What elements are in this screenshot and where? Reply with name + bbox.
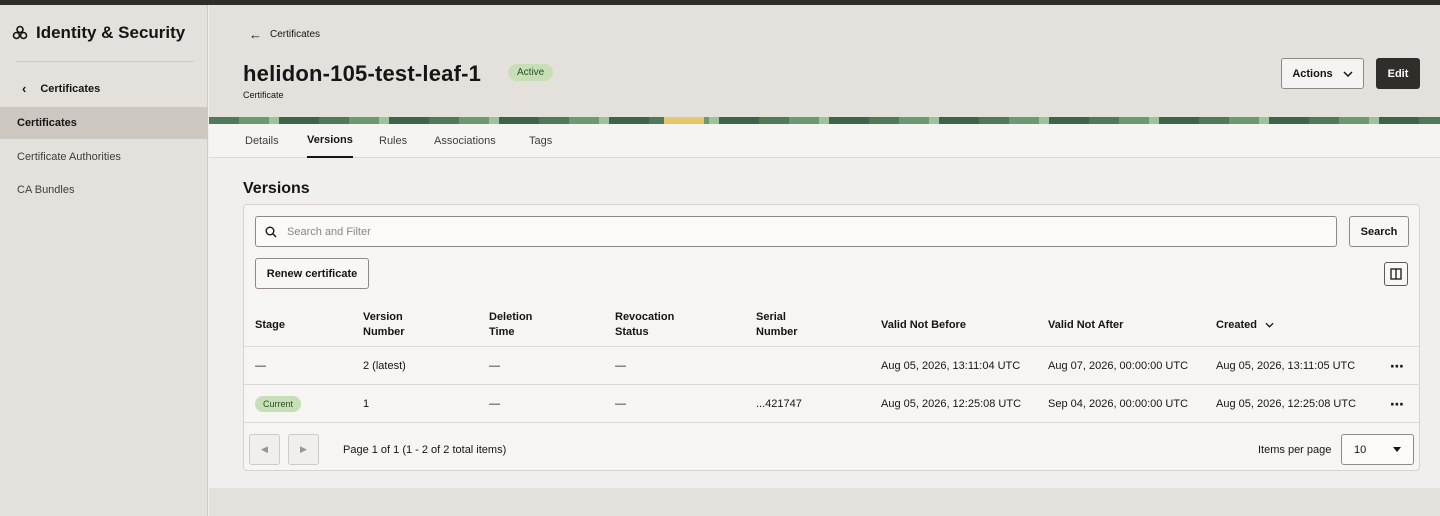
sidebar-item-certificates[interactable]: Certificates [0, 107, 208, 139]
search-field[interactable] [255, 216, 1337, 247]
sidebar-back-link[interactable]: ‹ Certificates [22, 81, 100, 96]
tab-details[interactable]: Details [245, 124, 279, 158]
sidebar-divider [16, 61, 194, 62]
columns-icon [1390, 268, 1402, 280]
column-header-valid-not-after[interactable]: Valid Not After [1048, 303, 1123, 347]
caret-left-icon: ◀ [261, 444, 268, 454]
tab-rules[interactable]: Rules [379, 124, 407, 158]
sidebar-item-ca-bundles[interactable]: CA Bundles [0, 174, 208, 206]
cell-stage: Current [255, 385, 302, 423]
page-header: ← Certificates helidon-105-test-leaf-1 A… [209, 5, 1440, 117]
search-icon [265, 226, 277, 237]
next-page-button[interactable]: ▶ [288, 434, 319, 465]
cell-revocation-status: — [615, 360, 626, 372]
cell-serial: ...421747 [756, 398, 802, 410]
page-status-text: Page 1 of 1 (1 - 2 of 2 total items) [343, 443, 507, 456]
footer-strip [209, 488, 1440, 516]
cell-created: Aug 05, 2026, 13:11:05 UTC [1216, 360, 1356, 372]
main-content: Versions Search Renew certificate Stage … [209, 158, 1440, 488]
breadcrumb-back-link[interactable]: ← Certificates [249, 27, 320, 42]
renew-certificate-button[interactable]: Renew certificate [255, 258, 369, 289]
table-row[interactable]: — 2 (latest) — — Aug 05, 2026, 13:11:04 … [244, 347, 1419, 385]
versions-table: Stage Version Number Deletion Time Revocat… [244, 303, 1419, 423]
edit-label: Edit [1387, 67, 1409, 80]
arrow-left-icon: ← [249, 27, 262, 42]
previous-page-button[interactable]: ◀ [249, 434, 280, 465]
sort-chevron-down-icon [1265, 322, 1274, 328]
caret-right-icon: ▶ [300, 444, 307, 454]
identity-cluster-icon [12, 25, 28, 40]
column-header-created[interactable]: Created [1216, 303, 1274, 347]
cell-revocation-status: — [615, 398, 626, 410]
decorative-banner [209, 117, 1440, 124]
section-title: Versions [243, 180, 310, 197]
tab-bar: Details Versions Rules Associations Tags [209, 124, 1440, 158]
table-row[interactable]: Current 1 — — ...421747 Aug 05, 2026, 12… [244, 385, 1419, 423]
chevron-down-icon [1343, 70, 1353, 77]
cell-valid-not-before: Aug 05, 2026, 12:25:08 UTC [881, 398, 1022, 410]
versions-card: Search Renew certificate Stage VersionNu… [243, 204, 1420, 471]
edit-button[interactable]: Edit [1376, 58, 1420, 89]
cell-created: Aug 05, 2026, 12:25:08 UTC [1216, 398, 1357, 410]
pagination: ◀ ▶ Page 1 of 1 (1 - 2 of 2 total items)… [244, 423, 1419, 471]
sidebar-item-label: CA Bundles [17, 184, 75, 196]
column-header-version-number[interactable]: Version Number [363, 303, 405, 347]
cell-valid-not-before: Aug 05, 2026, 13:11:04 UTC [881, 360, 1021, 372]
column-header-valid-not-before[interactable]: Valid Not Before [881, 303, 966, 347]
row-actions-kebab-icon[interactable]: ⋯ [1390, 347, 1405, 385]
sidebar-item-certificate-authorities[interactable]: Certificate Authorities [0, 141, 208, 173]
items-per-page-label: Items per page [1258, 443, 1332, 456]
cell-valid-not-after: Sep 04, 2026, 00:00:00 UTC [1048, 398, 1189, 410]
column-settings-button[interactable] [1384, 262, 1408, 286]
tab-tags[interactable]: Tags [529, 124, 552, 158]
breadcrumb-label: Certificates [270, 29, 321, 40]
page-subtitle: Certificate [243, 90, 284, 100]
current-badge: Current [255, 396, 302, 412]
items-per-page-value: 10 [1354, 443, 1367, 456]
cell-version: 2 (latest) [363, 360, 406, 372]
cell-stage: — [255, 360, 266, 372]
sidebar-item-label: Certificate Authorities [17, 151, 121, 163]
status-badge: Active [508, 64, 554, 81]
tab-versions[interactable]: Versions [307, 124, 353, 158]
brand: Identity & Security [12, 23, 185, 43]
sidebar-item-label: Certificates [17, 117, 77, 129]
actions-label: Actions [1292, 67, 1333, 80]
sidebar: Identity & Security ‹ Certificates Certi… [0, 5, 208, 516]
actions-button[interactable]: Actions [1281, 58, 1364, 89]
row-actions-kebab-icon[interactable]: ⋯ [1390, 385, 1405, 423]
cell-version: 1 [363, 398, 370, 410]
search-button[interactable]: Search [1349, 216, 1409, 247]
chevron-left-icon: ‹ [22, 81, 27, 96]
column-header-revocation-status[interactable]: Revocation Status [615, 303, 674, 347]
table-header: Stage Version Number Deletion Time Revocat… [244, 303, 1419, 347]
brand-title: Identity & Security [36, 23, 186, 42]
column-header-deletion-time[interactable]: Deletion Time [489, 303, 532, 347]
page-title: helidon-105-test-leaf-1 [243, 61, 482, 86]
items-per-page-select[interactable]: 10 [1341, 434, 1414, 465]
cell-deletion-time: — [489, 360, 500, 372]
column-header-serial-number[interactable]: Serial Number [756, 303, 798, 347]
caret-down-icon [1393, 447, 1401, 452]
cell-deletion-time: — [489, 398, 500, 410]
sidebar-back-label: Certificates [40, 82, 101, 95]
search-input[interactable] [287, 225, 1287, 238]
column-header-stage[interactable]: Stage [255, 303, 285, 347]
cell-valid-not-after: Aug 07, 2026, 00:00:00 UTC [1048, 360, 1189, 372]
tab-associations[interactable]: Associations [434, 124, 496, 158]
